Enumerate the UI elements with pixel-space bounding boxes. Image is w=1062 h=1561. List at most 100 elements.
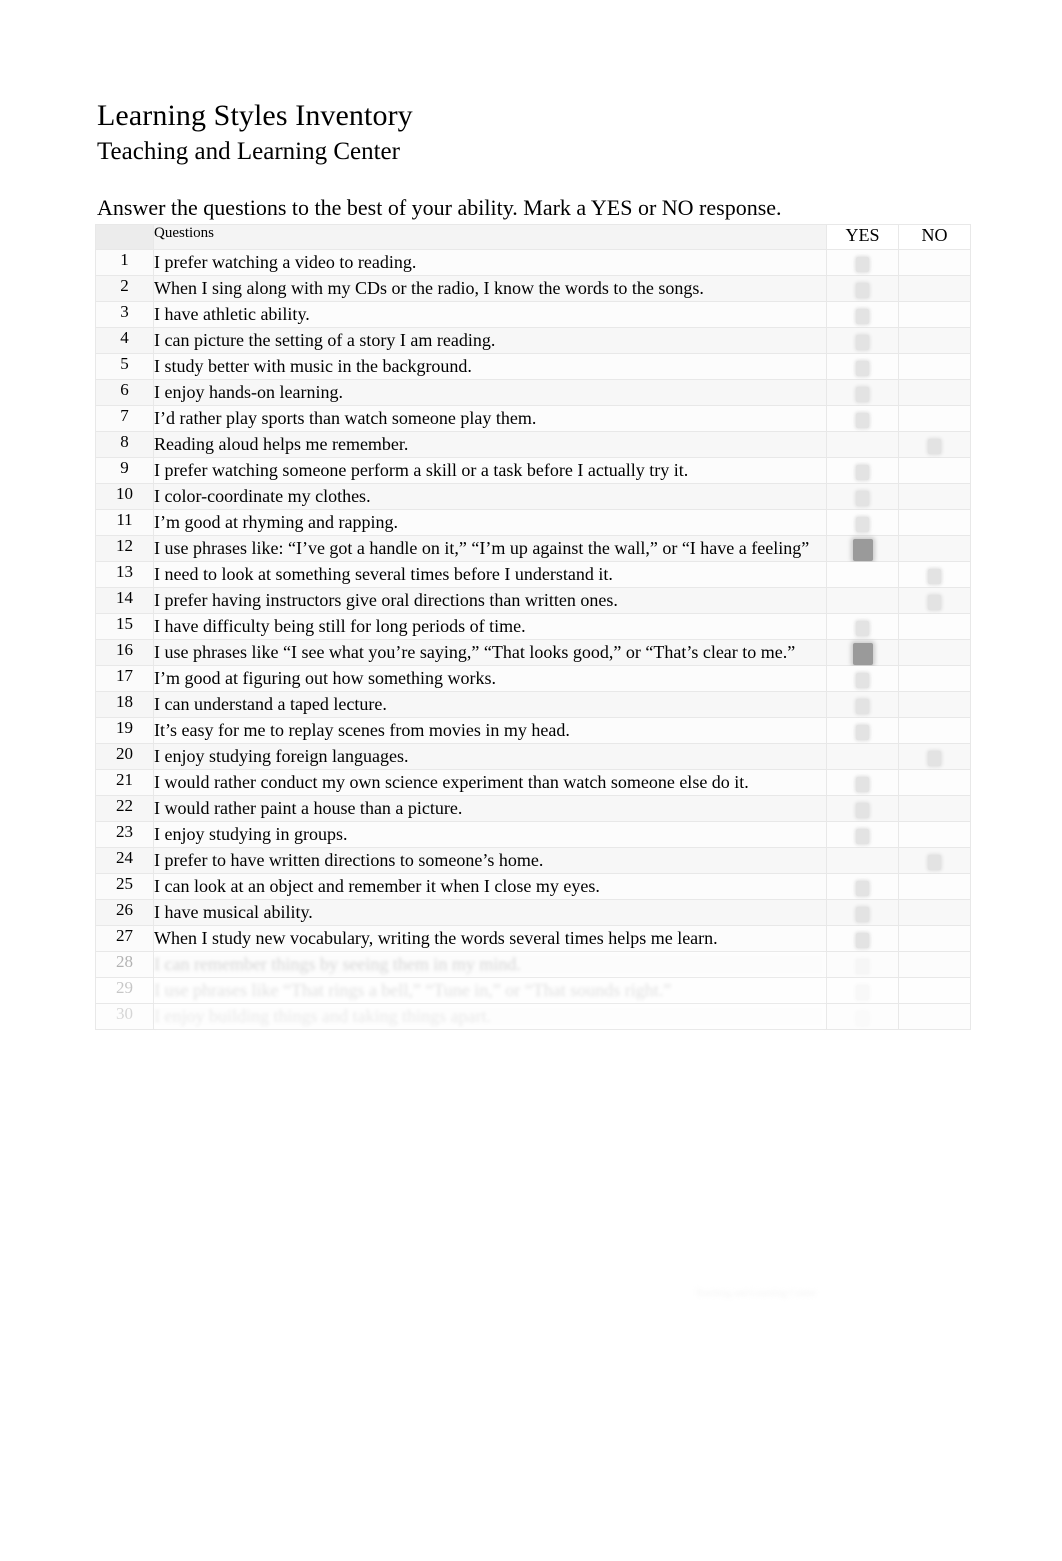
no-checkbox-icon[interactable]: [928, 517, 941, 532]
yes-checkbox-cell[interactable]: [826, 847, 899, 874]
yes-checkbox-icon[interactable]: [856, 413, 869, 428]
no-checkbox-cell[interactable]: [898, 483, 971, 510]
no-checkbox-cell[interactable]: [898, 717, 971, 744]
yes-checkbox-icon[interactable]: [856, 959, 869, 974]
yes-checkbox-cell[interactable]: [826, 405, 899, 432]
yes-checkbox-cell[interactable]: [826, 457, 899, 484]
no-checkbox-icon[interactable]: [928, 855, 941, 870]
yes-checkbox-cell[interactable]: [826, 353, 899, 380]
no-checkbox-cell[interactable]: [898, 769, 971, 796]
yes-checkbox-cell[interactable]: [826, 821, 899, 848]
yes-checkbox-cell[interactable]: [826, 899, 899, 926]
no-checkbox-cell[interactable]: [898, 639, 971, 666]
yes-checkbox-icon[interactable]: [856, 491, 869, 506]
no-checkbox-icon[interactable]: [928, 803, 941, 818]
no-checkbox-icon[interactable]: [928, 829, 941, 844]
no-checkbox-cell[interactable]: [898, 821, 971, 848]
yes-checkbox-cell[interactable]: [826, 431, 899, 458]
yes-checkbox-icon[interactable]: [856, 855, 869, 870]
no-checkbox-cell[interactable]: [898, 899, 971, 926]
no-checkbox-icon[interactable]: [928, 283, 941, 298]
no-checkbox-icon[interactable]: [928, 543, 941, 558]
no-checkbox-icon[interactable]: [928, 725, 941, 740]
no-checkbox-icon[interactable]: [928, 595, 941, 610]
no-checkbox-cell[interactable]: [898, 353, 971, 380]
yes-checkbox-cell[interactable]: [826, 639, 899, 666]
no-checkbox-icon[interactable]: [928, 673, 941, 688]
no-checkbox-cell[interactable]: [898, 977, 971, 1004]
no-checkbox-cell[interactable]: [898, 743, 971, 770]
no-checkbox-icon[interactable]: [928, 647, 941, 662]
yes-checkbox-icon[interactable]: [852, 539, 873, 561]
yes-checkbox-icon[interactable]: [852, 643, 873, 665]
no-checkbox-cell[interactable]: [898, 691, 971, 718]
no-checkbox-icon[interactable]: [928, 933, 941, 948]
yes-checkbox-cell[interactable]: [826, 951, 899, 978]
no-checkbox-icon[interactable]: [928, 491, 941, 506]
no-checkbox-cell[interactable]: [898, 561, 971, 588]
no-checkbox-cell[interactable]: [898, 535, 971, 562]
yes-checkbox-icon[interactable]: [856, 985, 869, 1000]
yes-checkbox-cell[interactable]: [826, 275, 899, 302]
yes-checkbox-cell[interactable]: [826, 509, 899, 536]
yes-checkbox-cell[interactable]: [826, 873, 899, 900]
yes-checkbox-icon[interactable]: [856, 881, 869, 896]
no-checkbox-cell[interactable]: [898, 327, 971, 354]
no-checkbox-icon[interactable]: [928, 907, 941, 922]
yes-checkbox-cell[interactable]: [826, 691, 899, 718]
no-checkbox-cell[interactable]: [898, 1003, 971, 1030]
no-checkbox-icon[interactable]: [928, 465, 941, 480]
no-checkbox-icon[interactable]: [928, 413, 941, 428]
no-checkbox-cell[interactable]: [898, 275, 971, 302]
no-checkbox-cell[interactable]: [898, 301, 971, 328]
no-checkbox-icon[interactable]: [928, 881, 941, 896]
yes-checkbox-icon[interactable]: [856, 907, 869, 922]
no-checkbox-icon[interactable]: [928, 439, 941, 454]
yes-checkbox-icon[interactable]: [856, 699, 869, 714]
no-checkbox-icon[interactable]: [928, 699, 941, 714]
yes-checkbox-icon[interactable]: [856, 283, 869, 298]
no-checkbox-icon[interactable]: [928, 985, 941, 1000]
yes-checkbox-cell[interactable]: [826, 977, 899, 1004]
yes-checkbox-cell[interactable]: [826, 561, 899, 588]
no-checkbox-icon[interactable]: [928, 777, 941, 792]
no-checkbox-icon[interactable]: [928, 257, 941, 272]
yes-checkbox-cell[interactable]: [826, 665, 899, 692]
yes-checkbox-cell[interactable]: [826, 249, 899, 276]
yes-checkbox-cell[interactable]: [826, 795, 899, 822]
yes-checkbox-icon[interactable]: [856, 439, 869, 454]
yes-checkbox-icon[interactable]: [856, 517, 869, 532]
no-checkbox-icon[interactable]: [928, 621, 941, 636]
no-checkbox-cell[interactable]: [898, 925, 971, 952]
no-checkbox-cell[interactable]: [898, 431, 971, 458]
no-checkbox-cell[interactable]: [898, 665, 971, 692]
yes-checkbox-icon[interactable]: [856, 933, 869, 948]
yes-checkbox-cell[interactable]: [826, 379, 899, 406]
no-checkbox-icon[interactable]: [928, 569, 941, 584]
yes-checkbox-cell[interactable]: [826, 587, 899, 614]
no-checkbox-cell[interactable]: [898, 873, 971, 900]
yes-checkbox-icon[interactable]: [856, 257, 869, 272]
yes-checkbox-cell[interactable]: [826, 769, 899, 796]
no-checkbox-icon[interactable]: [928, 335, 941, 350]
yes-checkbox-icon[interactable]: [856, 361, 869, 376]
yes-checkbox-icon[interactable]: [856, 673, 869, 688]
yes-checkbox-icon[interactable]: [856, 803, 869, 818]
no-checkbox-icon[interactable]: [928, 751, 941, 766]
yes-checkbox-cell[interactable]: [826, 743, 899, 770]
no-checkbox-cell[interactable]: [898, 405, 971, 432]
yes-checkbox-icon[interactable]: [856, 465, 869, 480]
yes-checkbox-icon[interactable]: [856, 829, 869, 844]
no-checkbox-cell[interactable]: [898, 457, 971, 484]
yes-checkbox-cell[interactable]: [826, 483, 899, 510]
no-checkbox-cell[interactable]: [898, 613, 971, 640]
yes-checkbox-icon[interactable]: [856, 751, 869, 766]
yes-checkbox-icon[interactable]: [856, 335, 869, 350]
no-checkbox-icon[interactable]: [928, 309, 941, 324]
yes-checkbox-icon[interactable]: [856, 777, 869, 792]
yes-checkbox-cell[interactable]: [826, 925, 899, 952]
no-checkbox-cell[interactable]: [898, 379, 971, 406]
yes-checkbox-icon[interactable]: [856, 387, 869, 402]
yes-checkbox-icon[interactable]: [856, 725, 869, 740]
no-checkbox-icon[interactable]: [928, 959, 941, 974]
